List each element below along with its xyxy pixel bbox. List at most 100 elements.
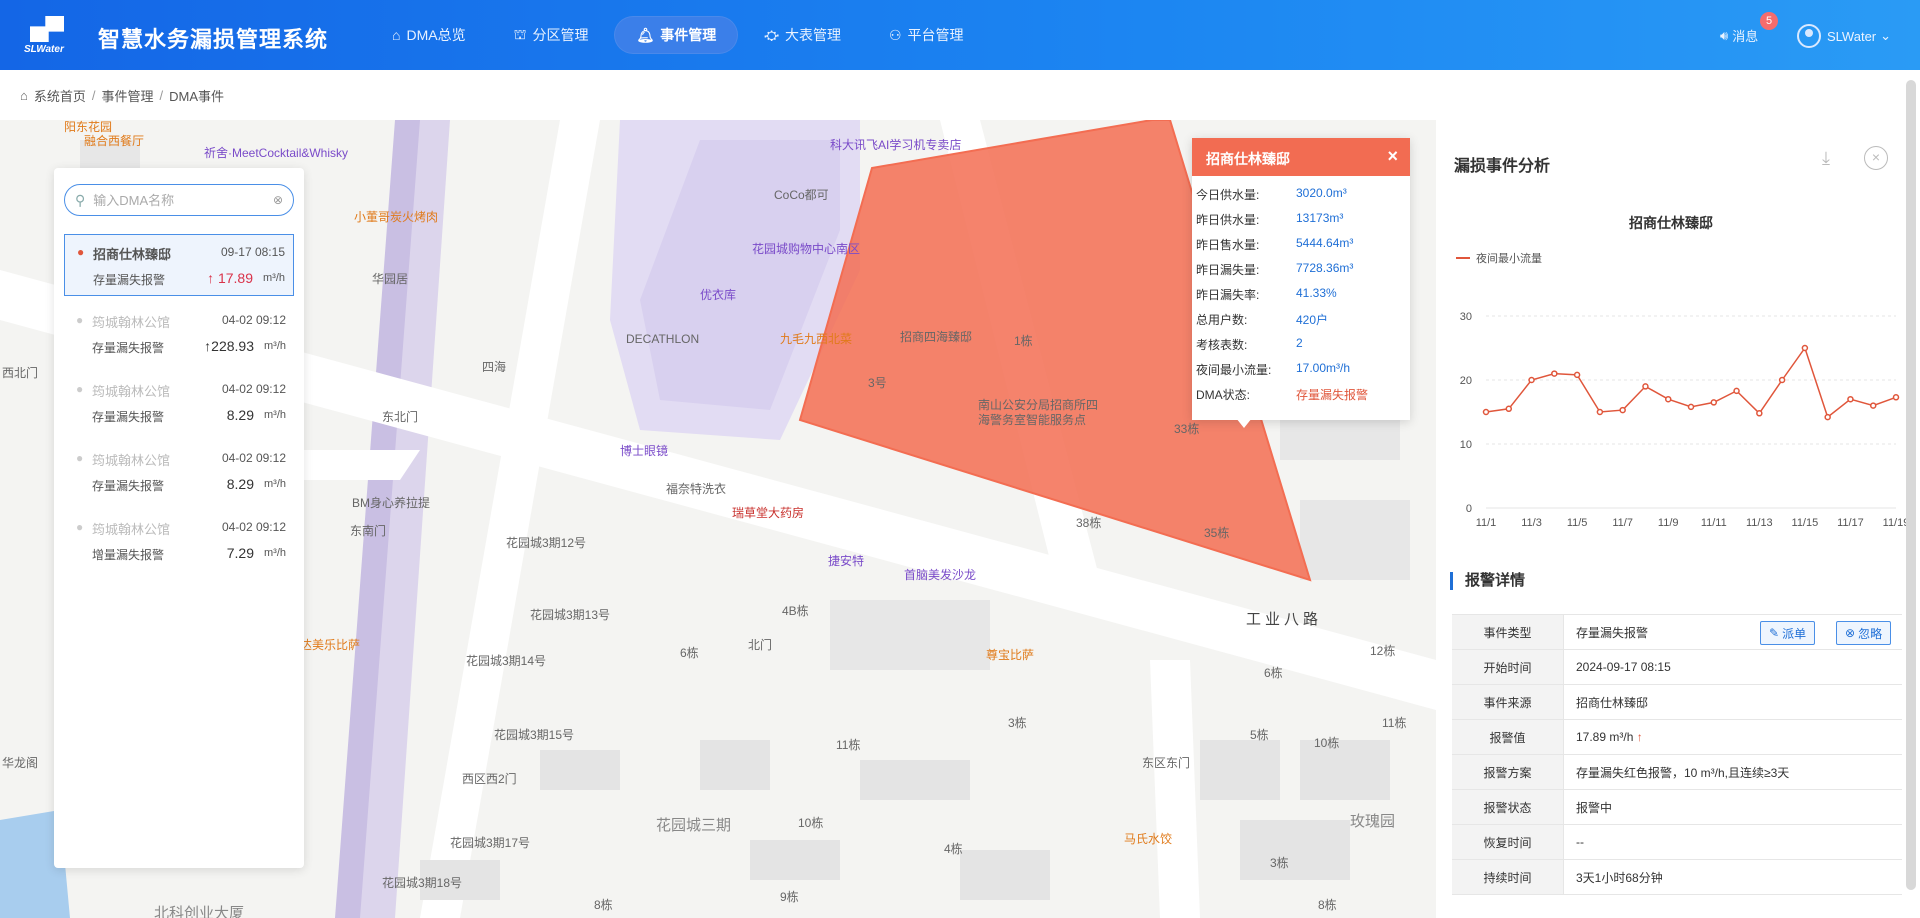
map-label: 融合西餐厅 xyxy=(84,134,145,148)
dma-alarm-value: 8.29 xyxy=(226,407,254,423)
map-label: 祈舍·MeetCocktail&Whisky xyxy=(204,146,349,160)
detail-value: -- xyxy=(1576,835,1584,849)
map-label: 9栋 xyxy=(780,890,799,904)
analysis-panel: 漏损事件分析 ⤓ × 招商仕林臻邸 夜间最小流量 0 10 20 30 11/1 11/3 11… xyxy=(1436,120,1909,918)
dma-name: 筠城翰林公馆 xyxy=(92,315,171,330)
dma-search-box[interactable]: ⚲ ⊗ xyxy=(64,184,294,216)
map-label: 10栋 xyxy=(798,816,824,830)
breadcrumb-item[interactable]: 事件管理 xyxy=(102,86,154,105)
popup-value: 420户 xyxy=(1296,313,1329,327)
nav-meter[interactable]: ⛮ 大表管理 xyxy=(742,16,863,54)
dma-list-item[interactable]: ● 筠城翰林公馆 04-02 09:12 存量漏失报警 ↑228.93 m³/h xyxy=(64,303,294,365)
page-scrollbar[interactable] xyxy=(1906,80,1916,890)
data-point xyxy=(1892,394,1900,401)
popup-value: 41.33% xyxy=(1296,286,1337,300)
y-tick-label: 10 xyxy=(1460,439,1472,451)
nav-dma-overview[interactable]: ⌂ DMA总览 xyxy=(370,16,488,54)
location-pin-icon: ● xyxy=(76,313,84,327)
popup-value: 17.00m³/h xyxy=(1296,361,1351,375)
download-icon[interactable]: ⤓ xyxy=(1822,148,1830,169)
logo-text: SLWater xyxy=(24,44,64,55)
map-label: 5栋 xyxy=(1250,728,1269,742)
dma-list-item[interactable]: ● 招商仕林臻邸 09-17 08:15 存量漏失报警 ↑ 17.89 m³/h xyxy=(64,234,294,296)
close-icon[interactable]: × xyxy=(1387,146,1398,167)
dma-list-item[interactable]: ● 筠城翰林公馆 04-02 09:12 存量漏失报警 8.29 m³/h xyxy=(64,372,294,434)
messages-button[interactable]: 🔊︎ 消息 xyxy=(1720,26,1758,45)
map-label: 3号 xyxy=(868,376,887,390)
data-point xyxy=(1801,344,1809,352)
popup-key: 今日供水量: xyxy=(1196,188,1260,202)
dma-alarm-type: 增量漏失报警 xyxy=(92,548,165,562)
map-label: CoCo都可 xyxy=(774,188,829,202)
breadcrumb-item[interactable]: 系统首页 xyxy=(34,86,86,105)
dma-info-popup: 招商仕林臻邸 × 今日供水量: 3020.0m³ 昨日供水量: 13173m³ 昨日售水… xyxy=(1192,138,1410,420)
popup-key: 考核表数: xyxy=(1196,338,1248,352)
nav-event-management[interactable]: 🔔︎ 事件管理 xyxy=(614,16,739,54)
app-logo[interactable]: SLWater xyxy=(22,14,78,58)
popup-row: DMA状态: 存量漏失报警 xyxy=(1192,380,1410,405)
map-label: 马氏水饺 xyxy=(1124,832,1173,846)
map-label: 3栋 xyxy=(1008,716,1027,730)
ignore-label: 忽略 xyxy=(1858,626,1883,641)
map-label: 华龙阁 xyxy=(2,756,39,770)
night-flow-chart: 招商仕林臻邸 夜间最小流量 0 10 20 30 11/1 11/3 11/5 11/7 11/9 1… xyxy=(1436,200,1909,560)
dma-list-item[interactable]: ● 筠城翰林公馆 04-02 09:12 存量漏失报警 8.29 m³/h xyxy=(64,441,294,503)
map-label: 10栋 xyxy=(1314,736,1340,750)
dma-time: 04-02 09:12 xyxy=(221,520,286,534)
detail-row: 持续时间 3天1小时68分钟 xyxy=(1452,860,1902,895)
map-label: 花园城3期13号 xyxy=(530,608,611,622)
dma-time: 04-02 09:12 xyxy=(221,382,286,396)
dma-list-item[interactable]: ● 筠城翰林公馆 04-02 09:12 增量漏失报警 7.29 m³/h xyxy=(64,510,294,572)
chevron-down-icon: ⌄ xyxy=(1880,28,1892,43)
dma-time: 04-02 09:12 xyxy=(221,313,286,327)
map-label: 花园城3期18号 xyxy=(382,876,463,890)
nav-label: DMA总览 xyxy=(406,27,466,43)
dma-unit: m³/h xyxy=(263,272,285,284)
popup-key: DMA状态: xyxy=(1196,388,1251,402)
map-label: 东南门 xyxy=(350,524,387,538)
nav-platform[interactable]: ⚇ 平台管理 xyxy=(867,16,986,54)
area-label: 玫瑰园 xyxy=(1350,813,1396,830)
map-label: 38栋 xyxy=(1076,516,1102,530)
clear-icon[interactable]: ⊗ xyxy=(273,193,283,207)
map-label: 科大讯飞AI学习机专卖店 xyxy=(830,138,962,152)
map-label: 西北门 xyxy=(2,366,39,380)
data-point xyxy=(1778,376,1786,384)
speaker-icon: 🔊︎ xyxy=(1720,27,1729,43)
map-label: 首脑美发沙龙 xyxy=(904,568,977,582)
map-label: 捷安特 xyxy=(828,554,865,568)
map-label: 花园城3期15号 xyxy=(494,728,575,742)
popup-row: 昨日售水量: 5444.64m³ xyxy=(1192,230,1410,255)
popup-row: 今日供水量: 3020.0m³ xyxy=(1192,180,1410,205)
detail-key: 恢复时间 xyxy=(1452,825,1564,859)
dispatch-button[interactable]: ✎ 派单 xyxy=(1760,621,1816,645)
x-tick-label: 11/7 xyxy=(1612,517,1633,529)
y-tick-label: 30 xyxy=(1460,311,1472,323)
nav-partition[interactable]: ⛫ 分区管理 xyxy=(492,16,611,54)
user-menu[interactable]: SLWater ⌄ xyxy=(1797,24,1891,48)
logo-mark-icon xyxy=(30,16,64,42)
map-label: 招商四海臻邸 xyxy=(900,330,973,344)
ignore-button[interactable]: ⊗ 忽略 xyxy=(1836,621,1892,645)
map-label: 6栋 xyxy=(680,646,699,660)
chart-svg: 招商仕林臻邸夜间最小流量 0 10 20 30 11/1 11/3 11/5 11/7 11/9 1… xyxy=(1456,215,1909,529)
close-icon[interactable]: × xyxy=(1864,146,1888,170)
map-label: 33栋 xyxy=(1174,422,1200,436)
detail-row: 事件类型 存量漏失报警 ✎ 派单 ⊗ 忽略 xyxy=(1452,615,1902,650)
avatar xyxy=(1797,24,1821,48)
popup-value: 2 xyxy=(1296,336,1303,350)
map-label: 九毛九西北菜 xyxy=(780,332,853,346)
legend-label: 夜间最小流量 xyxy=(1476,251,1542,265)
map-label: 博士眼镜 xyxy=(620,444,669,458)
location-pin-icon: ● xyxy=(77,245,85,259)
home-icon: ⌂ xyxy=(20,87,28,103)
dma-alarm-type: 存量漏失报警 xyxy=(93,273,166,287)
detail-key: 开始时间 xyxy=(1452,650,1564,684)
map-label: 花园城3期12号 xyxy=(506,536,587,550)
edit-icon: ✎ xyxy=(1769,626,1780,640)
detail-row: 恢复时间 -- xyxy=(1452,825,1902,860)
x-tick-label: 11/5 xyxy=(1567,517,1588,529)
dma-search-input[interactable] xyxy=(93,192,273,208)
detail-row: 事件来源 招商仕林臻邸 xyxy=(1452,685,1902,720)
detail-key: 报警方案 xyxy=(1452,755,1564,789)
